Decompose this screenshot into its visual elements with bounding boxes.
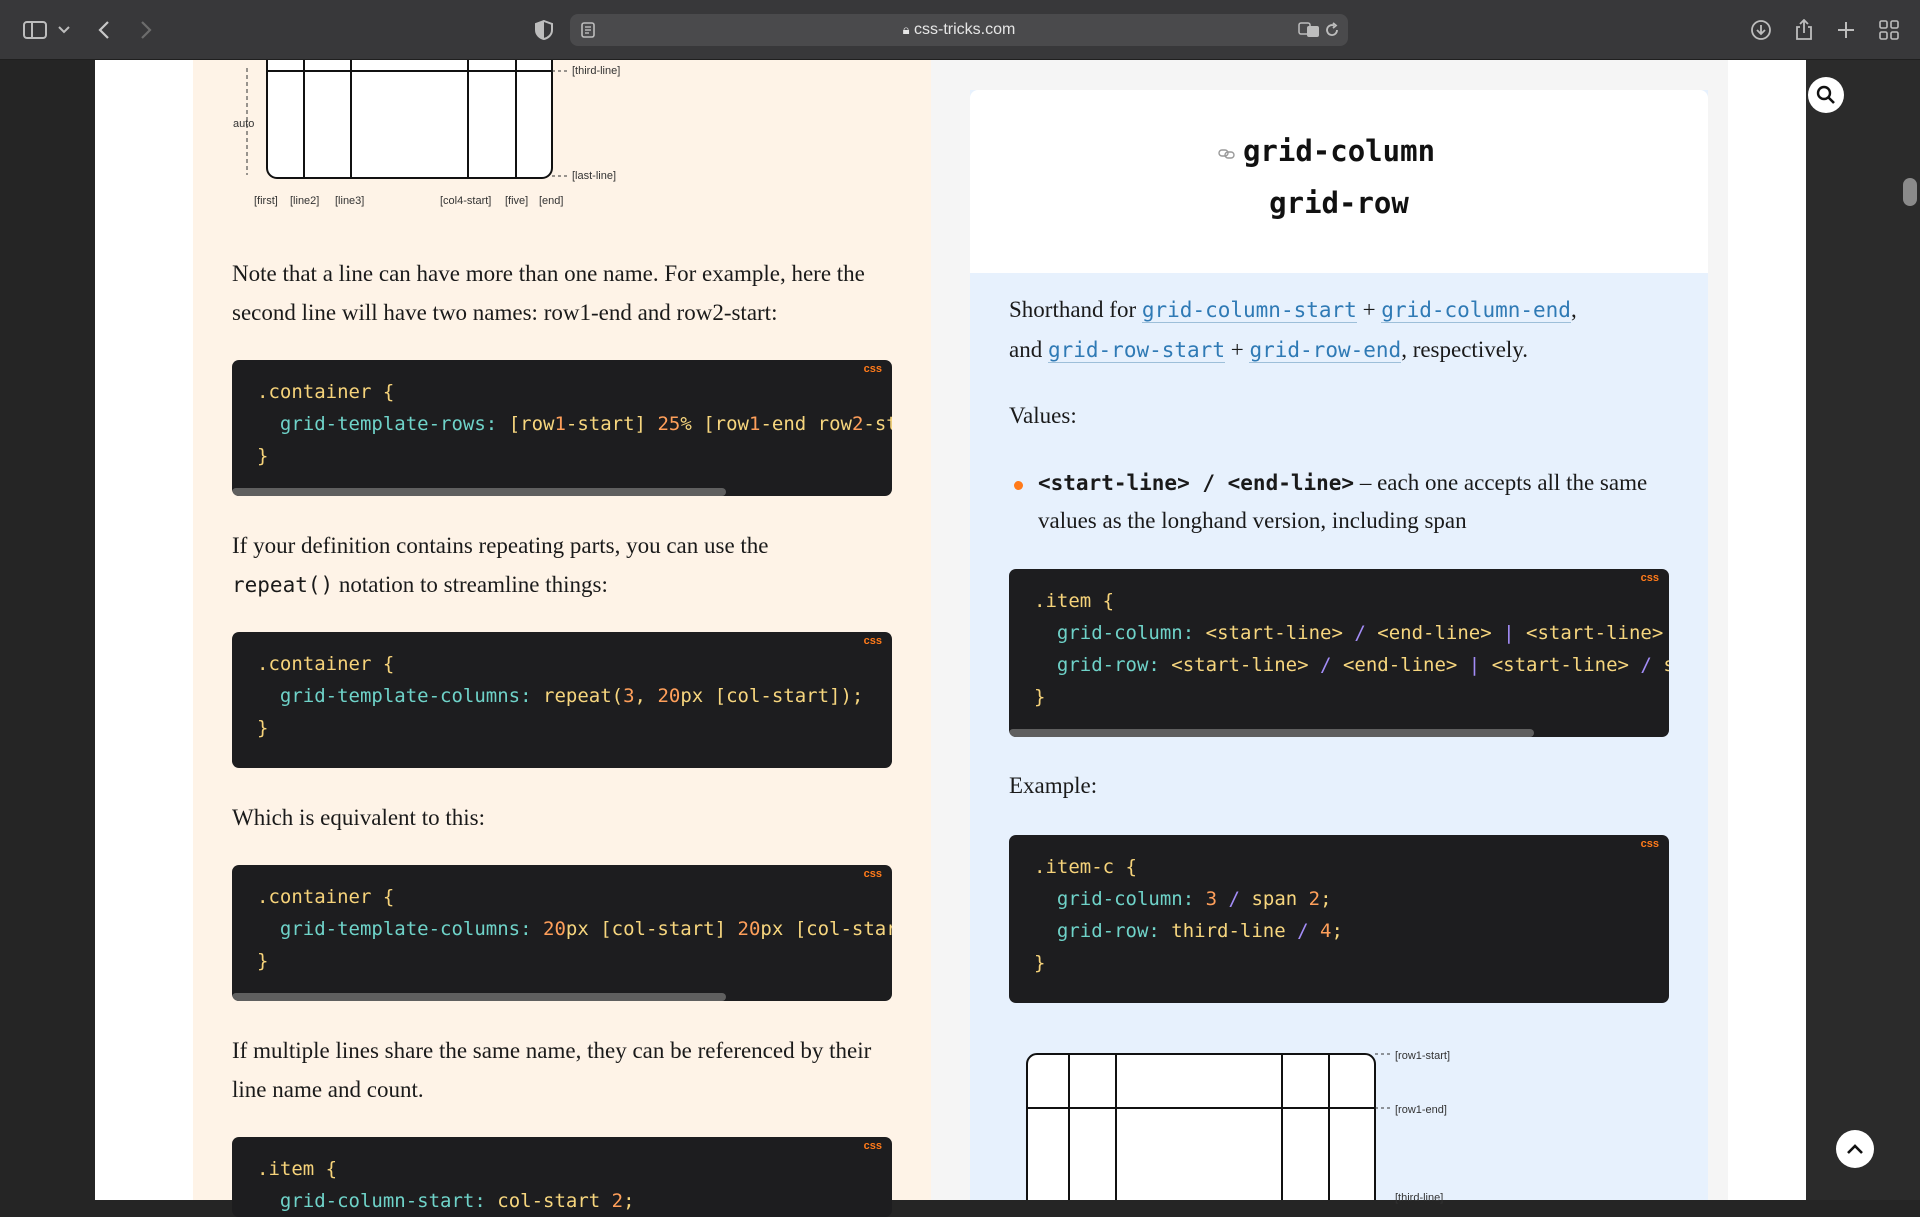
horizontal-scrollbar[interactable] — [232, 993, 726, 1001]
new-tab-icon[interactable] — [1834, 16, 1858, 44]
card-header: grid-column grid-row — [970, 90, 1708, 273]
paragraph: Which is equivalent to this: — [232, 805, 485, 830]
code-language-label: css — [1640, 838, 1659, 850]
property-link[interactable]: grid-row-start — [1047, 338, 1225, 363]
search-icon — [1816, 85, 1835, 104]
property-title: grid-row — [1269, 186, 1409, 220]
code-text: .container { grid-template-columns: 20px… — [257, 886, 892, 972]
diagram-label: [end] — [539, 195, 564, 207]
diagram-label: [row1-end] — [1395, 1104, 1447, 1116]
left-column — [193, 60, 931, 1200]
code-language-label: css — [1640, 572, 1659, 584]
translate-icon[interactable] — [1298, 20, 1320, 40]
diagram-label: [first] — [254, 195, 278, 207]
diagram-label: [five] — [505, 195, 529, 207]
code-text: .item { grid-column-start: col-start 2; — [257, 1158, 635, 1212]
reload-icon[interactable] — [1322, 20, 1342, 40]
share-icon[interactable] — [1792, 16, 1816, 44]
property-card: grid-column grid-row Shorthand for grid-… — [970, 90, 1708, 1215]
downloads-icon[interactable] — [1748, 16, 1774, 44]
diagram-label: [third-line] — [1395, 1192, 1444, 1204]
code-text: .item-c { grid-column: 3 / span 2; grid-… — [1034, 856, 1343, 974]
code-language-label: css — [863, 363, 882, 375]
code-text: .container { grid-template-columns: repe… — [257, 653, 864, 739]
paragraph: If multiple lines share the same name, t… — [232, 1038, 872, 1102]
horizontal-scrollbar[interactable] — [1009, 729, 1534, 737]
scrollbar-thumb[interactable] — [1903, 178, 1917, 206]
code-block: css .container { grid-template-columns: … — [232, 865, 892, 1001]
privacy-shield-icon[interactable] — [532, 16, 556, 44]
code-language-label: css — [863, 635, 882, 647]
address-bar[interactable]: 🔒︎ css-tricks.com — [570, 14, 1348, 46]
url-text: 🔒︎ css-tricks.com — [902, 21, 1016, 38]
code-block: css .item { grid-column-start: col-start… — [232, 1137, 892, 1217]
right-rail — [1806, 60, 1920, 1200]
code-block: css .item { grid-column: <start-line> / … — [1009, 569, 1669, 737]
example-label: Example: — [1009, 773, 1098, 798]
code-block: css .container { grid-template-columns: … — [232, 632, 892, 768]
diagram-label: [third-line] — [572, 65, 621, 77]
tab-overview-icon[interactable] — [1876, 16, 1902, 44]
code-text: .container { grid-template-rows: [row1-s… — [257, 381, 892, 467]
property-link[interactable]: grid-column-end — [1381, 298, 1571, 323]
diagram-label: [line3] — [335, 195, 365, 207]
diagram-label: auto — [233, 118, 255, 130]
code-language-label: css — [863, 868, 882, 880]
values-label: Values: — [1009, 403, 1077, 428]
forward-icon[interactable] — [134, 16, 158, 44]
property-title: grid-column — [1242, 134, 1436, 168]
shorthand-description: Shorthand for grid-column-start + grid-c… — [1009, 297, 1577, 363]
property-link[interactable]: grid-column-start — [1141, 298, 1357, 323]
diagram-label: [last-line] — [572, 170, 617, 182]
sidebar-toggle-icon[interactable] — [20, 16, 50, 44]
bullet-item: <start-line> / <end-line> – each one acc… — [1038, 470, 1648, 533]
browser-toolbar: 🔒︎ css-tricks.com — [0, 0, 1920, 60]
lock-icon: 🔒︎ — [902, 22, 910, 37]
property-link[interactable]: grid-row-end — [1249, 338, 1402, 363]
search-button[interactable] — [1808, 77, 1844, 113]
chevron-down-icon[interactable] — [56, 16, 72, 44]
bullet-dot — [1014, 481, 1023, 490]
grid-item-diagram — [1025, 1052, 1445, 1215]
diagram-label: [row1-start] — [1395, 1050, 1451, 1062]
back-icon[interactable] — [92, 16, 116, 44]
diagram-label: [col4-start] — [440, 195, 492, 207]
scroll-to-top-button[interactable] — [1836, 1130, 1874, 1168]
code-block: css .item-c { grid-column: 3 / span 2; g… — [1009, 835, 1669, 1003]
paragraph: If your definition contains repeating pa… — [232, 533, 769, 597]
chevron-up-icon — [1847, 1144, 1863, 1154]
diagram-label: [line2] — [290, 195, 320, 207]
code-language-label: css — [863, 1140, 882, 1152]
code-text: .item { grid-column: <start-line> / <end… — [1034, 590, 1669, 708]
paragraph: Note that a line can have more than one … — [232, 261, 865, 325]
grid-lines-diagram — [230, 39, 630, 210]
code-block: css .container { grid-template-rows: [ro… — [232, 360, 892, 496]
horizontal-scrollbar[interactable] — [232, 488, 726, 496]
